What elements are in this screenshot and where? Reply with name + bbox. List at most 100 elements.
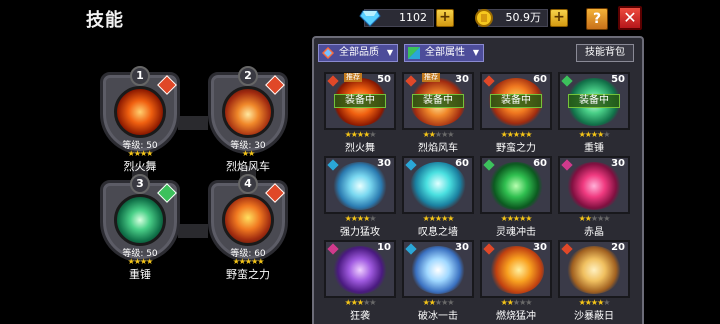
- close-button[interactable]: ✕: [618, 6, 642, 30]
- skill-level: 30: [455, 242, 469, 253]
- recommend-badge: 推荐: [422, 73, 440, 82]
- slot-number: 2: [238, 66, 258, 86]
- skill-card-frame: 50 推荐 装备中: [324, 72, 396, 130]
- chevron-down-icon: ▼: [472, 48, 479, 57]
- recommend-badge: 推荐: [344, 73, 362, 82]
- skill-card[interactable]: 60 ★★★★★ 灵魂冲击: [476, 152, 552, 238]
- skill-level: 10: [377, 242, 391, 253]
- quality-filter-label: 全部品质: [339, 47, 379, 58]
- add-gold-button[interactable]: +: [550, 9, 568, 27]
- star-rating: ★★★★★: [422, 130, 455, 139]
- quality-filter-dropdown[interactable]: 全部品质 ▼: [318, 44, 398, 62]
- skill-icon: [488, 162, 544, 210]
- skill-card[interactable]: 30 ★★★★★ 破冰一击: [398, 236, 474, 322]
- gold-coin-icon: [472, 6, 496, 30]
- help-button[interactable]: ?: [586, 8, 608, 30]
- slot-number: 4: [238, 174, 258, 194]
- skill-card-frame: 60 装备中: [480, 72, 552, 130]
- quality-icon: [322, 47, 334, 59]
- skill-icon: [114, 194, 166, 246]
- attribute-icon: [408, 47, 420, 59]
- gem-icon: [358, 6, 382, 30]
- skill-level: 60: [533, 158, 547, 169]
- equipped-slot[interactable]: 3 等级: 50 ★★★★ 重锤: [92, 174, 188, 284]
- star-rating: ★★★★★: [578, 298, 611, 307]
- element-icon: [561, 243, 573, 255]
- skill-card-frame: 50 装备中: [558, 72, 630, 130]
- skill-icon: [566, 162, 622, 210]
- equipped-skills: 1 等级: 50 ★★★★ 烈火舞 2 等级: 30 ★★ 烈焰风车 3 等级: 50 ★★★★ 重锤…: [92, 66, 302, 291]
- element-icon: [483, 159, 495, 171]
- skill-level: 30: [611, 158, 625, 169]
- skill-card[interactable]: 30 ★★★★★ 赤晶: [554, 152, 630, 238]
- skill-card-frame: 30 推荐装备中: [402, 72, 474, 130]
- equipped-slot[interactable]: 4 等级: 60 ★★★★★ 野蛮之力: [200, 174, 296, 284]
- add-gems-button[interactable]: +: [436, 9, 454, 27]
- element-icon: [405, 243, 417, 255]
- element-icon: [483, 75, 495, 87]
- skill-level: 60: [455, 158, 469, 169]
- equipped-badge: 装备中: [568, 94, 620, 108]
- element-icon: [327, 243, 339, 255]
- skill-card[interactable]: 50 装备中 ★★★★★ 重锤: [554, 68, 630, 154]
- skill-card[interactable]: 20 ★★★★★ 沙暴蔽日: [554, 236, 630, 322]
- skill-card[interactable]: 10 ★★★★★ 狂袭: [320, 236, 396, 322]
- skill-icon: [410, 246, 466, 294]
- skill-card-frame: 60: [480, 156, 552, 214]
- skill-card[interactable]: 30 ★★★★★ 强力猛攻: [320, 152, 396, 238]
- page-title: 技能: [86, 10, 124, 31]
- skill-name: 沙暴蔽日: [574, 311, 614, 322]
- star-rating: ★★★★★: [500, 214, 533, 223]
- skill-icon: [566, 246, 622, 294]
- attribute-filter-dropdown[interactable]: 全部属性 ▼: [404, 44, 484, 62]
- skill-card[interactable]: 60 ★★★★★ 叹息之墙: [398, 152, 474, 238]
- star-rating: ★★: [241, 149, 255, 158]
- star-rating: ★★★★: [127, 149, 154, 158]
- skill-list-panel: 全部品质 ▼ 全部属性 ▼ 技能背包 50 推荐 装备中 ★★★★★ 烈火舞 30 推荐装备…: [312, 36, 644, 324]
- skill-level: 30: [455, 74, 469, 85]
- element-icon: [561, 75, 573, 87]
- star-rating: ★★★★★: [500, 298, 533, 307]
- skill-card[interactable]: 30 推荐 装备中 ★★★★★ 烈焰风车: [398, 68, 474, 154]
- equipped-slot[interactable]: 2 等级: 30 ★★ 烈焰风车: [200, 66, 296, 176]
- star-rating: ★★★★★: [344, 214, 377, 223]
- element-icon: [561, 159, 573, 171]
- star-rating: ★★★★★: [344, 130, 377, 139]
- skill-level: 30: [533, 242, 547, 253]
- skill-card-frame: 20: [558, 240, 630, 298]
- star-rating: ★★★★★: [422, 298, 455, 307]
- equipped-slot[interactable]: 1 等级: 50 ★★★★ 烈火舞: [92, 66, 188, 176]
- skill-level: 60: [533, 74, 547, 85]
- star-rating: ★★★★★: [232, 257, 265, 266]
- star-rating: ★★★★★: [578, 214, 611, 223]
- skill-card[interactable]: 50 推荐 装备中 ★★★★★ 烈火舞: [320, 68, 396, 154]
- skill-bag-button[interactable]: 技能背包: [576, 44, 634, 62]
- slot-skill-name: 烈火舞: [123, 160, 157, 173]
- skill-card[interactable]: 30 ★★★★★ 燃烧猛冲: [476, 236, 552, 322]
- equipped-badge: 装备中: [490, 94, 542, 108]
- element-icon: [405, 159, 417, 171]
- skill-card-frame: 30: [402, 240, 474, 298]
- slot-skill-name: 野蛮之力: [226, 268, 270, 281]
- skill-card-frame: 30: [558, 156, 630, 214]
- skill-icon: [332, 246, 388, 294]
- attribute-filter-label: 全部属性: [425, 47, 465, 58]
- skill-card[interactable]: 60 装备中 ★★★★★ 野蛮之力: [476, 68, 552, 154]
- skill-level: 50: [611, 74, 625, 85]
- star-rating: ★★★★★: [344, 298, 377, 307]
- skill-icon: [488, 246, 544, 294]
- equipped-badge: 装备中: [412, 94, 464, 108]
- gold-counter: 50.9万 +: [475, 8, 568, 28]
- slot-skill-name: 重锤: [129, 268, 151, 281]
- element-icon: [327, 75, 339, 87]
- star-rating: ★★★★★: [578, 130, 611, 139]
- gem-counter: 1102 +: [359, 8, 454, 28]
- skill-card-frame: 60: [402, 156, 474, 214]
- chevron-down-icon: ▼: [386, 48, 393, 57]
- skill-icon: [114, 86, 166, 138]
- skill-icon: [410, 162, 466, 210]
- skill-level: 30: [377, 158, 391, 169]
- slot-skill-name: 烈焰风车: [226, 160, 270, 173]
- skill-name: 燃烧猛冲: [496, 311, 536, 322]
- element-icon: [405, 75, 417, 87]
